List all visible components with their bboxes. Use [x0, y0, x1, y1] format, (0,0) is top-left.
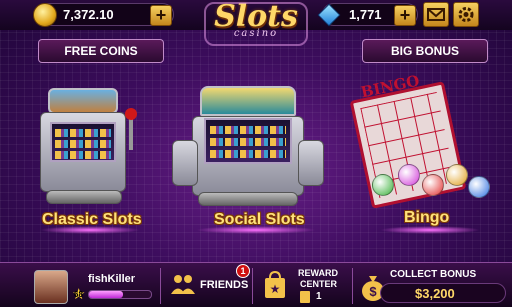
classic-base: [46, 190, 122, 204]
friends-label: FRIENDS: [200, 279, 249, 291]
social-screen: [204, 118, 292, 164]
temple-art: [200, 86, 296, 116]
add-coins-button[interactable]: +: [150, 5, 172, 26]
pirate-ship-art: [48, 88, 118, 114]
free-coins-button[interactable]: FREE COINS: [38, 39, 164, 63]
player-name: fishKiller: [88, 273, 136, 285]
classic-screen: [50, 122, 116, 162]
svg-text:★: ★: [270, 282, 281, 296]
bingo-ball-g: [446, 164, 468, 186]
bingo-ball-b: [398, 164, 420, 186]
reward-center-button[interactable]: ★ REWARD CENTER 1: [254, 264, 350, 306]
player-avatar[interactable]: [34, 270, 68, 304]
bingo-label[interactable]: Bingo: [404, 209, 449, 227]
classic-slots-label[interactable]: Classic Slots: [42, 211, 142, 229]
social-slots-label[interactable]: Social Slots: [214, 211, 305, 229]
gold-coin-icon: [33, 3, 57, 27]
slots-casino-logo: Slots casino: [196, 0, 316, 50]
collect-amount: $3,200: [415, 286, 455, 301]
gear-icon: [458, 7, 474, 22]
bingo-glow: [380, 226, 480, 234]
collect-bonus-label: COLLECT BONUS: [390, 269, 477, 280]
gems-display: 1,771 +: [317, 3, 418, 27]
divider: [252, 268, 253, 304]
friends-badge: 1: [236, 264, 250, 278]
xp-progress-fill: [89, 291, 124, 298]
reward-ticket-icon: [300, 291, 310, 303]
player-level: 68: [74, 290, 83, 299]
shopping-bag-icon: ★: [265, 270, 285, 298]
friends-icon: [171, 275, 195, 294]
logo-frame: [204, 2, 308, 46]
divider: [352, 268, 353, 304]
gems-value: 1,771: [349, 7, 382, 22]
mail-button[interactable]: [423, 2, 449, 27]
bingo-ball-n: [422, 174, 444, 196]
bingo-ball-o: [468, 176, 490, 198]
reward-label-1: REWARD: [298, 268, 338, 278]
svg-text:$: $: [369, 284, 377, 299]
mail-icon: [427, 8, 445, 21]
reward-label-2: CENTER: [300, 279, 338, 289]
collect-amount-pill: $3,200: [380, 283, 506, 303]
xp-progress-bar: [88, 290, 152, 299]
reward-count: 1: [316, 291, 322, 302]
divider: [160, 268, 161, 304]
coins-display: 7,372.10 +: [33, 3, 174, 27]
right-side-machine: [298, 140, 324, 186]
bingo-ball-6: [372, 174, 394, 196]
lever-knob: [125, 108, 137, 120]
big-bonus-button[interactable]: BIG BONUS: [362, 39, 488, 63]
add-gems-button[interactable]: +: [394, 5, 416, 26]
social-base: [198, 192, 298, 206]
settings-button[interactable]: [453, 2, 479, 27]
coins-value: 7,372.10: [63, 7, 114, 22]
left-side-machine: [172, 140, 198, 186]
